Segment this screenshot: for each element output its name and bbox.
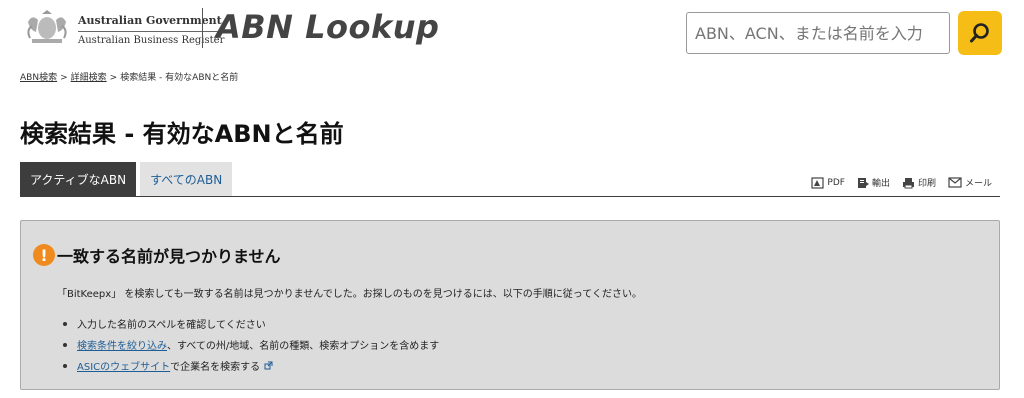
refine-search-link[interactable]: 検索条件を絞り込み — [77, 337, 167, 352]
list-item: 検索条件を絞り込み 、すべての州/地域、名前の種類、検索オプションを含めます — [57, 334, 439, 355]
print-action[interactable]: 印刷 — [902, 176, 936, 189]
site-header: Australian Government Australian Busines… — [0, 0, 1024, 64]
breadcrumb-current: 検索結果 - 有効なABNと名前 — [120, 73, 239, 83]
bullet — [63, 363, 67, 368]
tab-bar: アクティブなABN すべてのABN — [20, 162, 233, 196]
external-link-icon — [264, 361, 273, 370]
breadcrumb: ABN検索 > 詳細検索 > 検索結果 - 有効なABNと名前 — [20, 70, 238, 83]
message-title: 一致する名前が見つかりません — [57, 247, 281, 266]
coat-of-arms-logo[interactable] — [22, 8, 72, 46]
search-icon — [970, 23, 989, 43]
export-action[interactable]: 輸出 — [857, 176, 890, 189]
print-label: 印刷 — [917, 179, 936, 189]
breadcrumb-separator: > — [60, 73, 68, 83]
result-actions: PDF 輸出 印刷 メール — [811, 176, 992, 189]
list-item: 入力した名前のスペルを確認してください — [57, 313, 439, 334]
search-input[interactable] — [686, 12, 950, 54]
pdf-icon — [811, 176, 825, 189]
pdf-action[interactable]: PDF — [811, 176, 845, 189]
asic-website-link[interactable]: ASICのウェブサイト — [77, 358, 170, 373]
mail-label: メール — [964, 179, 992, 189]
suggestion-list: 入力した名前のスペルを確認してください 検索条件を絞り込み 、すべての州/地域、名… — [57, 313, 439, 376]
breadcrumb-separator: > — [109, 73, 118, 83]
search-button[interactable] — [958, 11, 1002, 55]
mail-icon — [948, 177, 962, 188]
no-match-message: ! 一致する名前が見つかりません 「BitKeepx」 を検索しても一致する名前… — [20, 220, 1000, 390]
warning-icon: ! — [33, 244, 55, 266]
message-header: ! 一致する名前が見つかりません — [33, 243, 281, 267]
page-title: 検索結果 - 有効なABNと名前 — [20, 120, 344, 148]
suggestion-text: で企業名を検索する — [170, 362, 261, 373]
tab-active-abn[interactable]: アクティブなABN — [20, 162, 137, 196]
suggestion-text: 、すべての州/地域、名前の種類、検索オプションを含めます — [167, 341, 440, 352]
tab-all-abn[interactable]: すべてのABN — [140, 162, 233, 196]
header-divider — [202, 8, 203, 48]
breadcrumb-abn-search[interactable]: ABN検索 — [20, 73, 57, 83]
mail-action[interactable]: メール — [948, 176, 992, 189]
suggestion-text: 入力した名前のスペルを確認してください — [77, 320, 266, 331]
export-icon — [857, 177, 869, 188]
print-icon — [902, 177, 914, 188]
bullet — [63, 342, 67, 347]
message-description: 「BitKeepx」 を検索しても一致する名前は見つかりませんでした。お探しのも… — [57, 289, 642, 300]
bullet — [63, 321, 67, 326]
breadcrumb-advanced-search[interactable]: 詳細検索 — [71, 73, 107, 83]
app-title[interactable]: ABN Lookup — [216, 8, 439, 46]
tab-underline — [20, 196, 1000, 197]
export-label: 輸出 — [871, 179, 890, 189]
pdf-label: PDF — [827, 177, 845, 188]
list-item: ASICのウェブサイト で企業名を検索する — [57, 355, 439, 376]
